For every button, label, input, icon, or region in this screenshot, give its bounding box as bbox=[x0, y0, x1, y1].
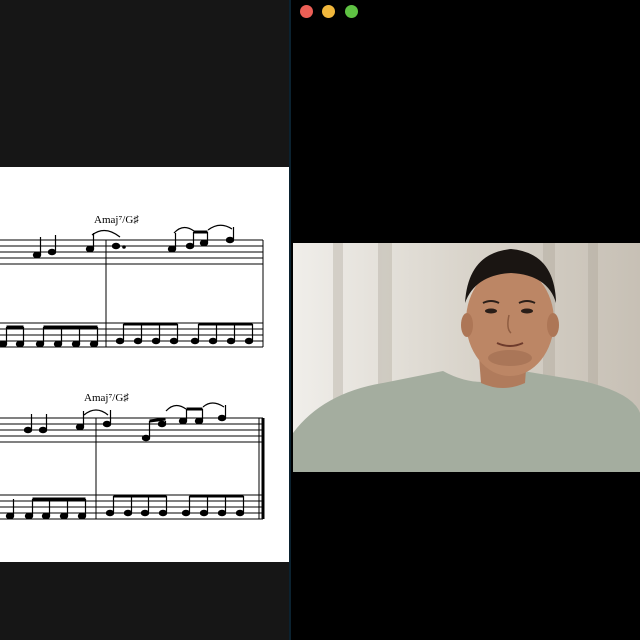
shared-screen-pane: Amaj⁷/G♯ Amaj⁷/G♯ bbox=[0, 0, 289, 640]
webcam-feed-image bbox=[293, 243, 640, 472]
sheet-music-page: Amaj⁷/G♯ Amaj⁷/G♯ bbox=[0, 167, 289, 562]
chord-symbol-1: Amaj⁷/G♯ bbox=[94, 214, 139, 226]
participant-video-tile[interactable] bbox=[293, 243, 640, 472]
sheet-music-score: Amaj⁷/G♯ Amaj⁷/G♯ bbox=[0, 214, 265, 520]
chord-symbol-2: Amaj⁷/G♯ bbox=[84, 392, 129, 404]
window-maximize-button[interactable] bbox=[345, 5, 358, 18]
window-minimize-button[interactable] bbox=[322, 5, 335, 18]
window-close-button[interactable] bbox=[300, 5, 313, 18]
